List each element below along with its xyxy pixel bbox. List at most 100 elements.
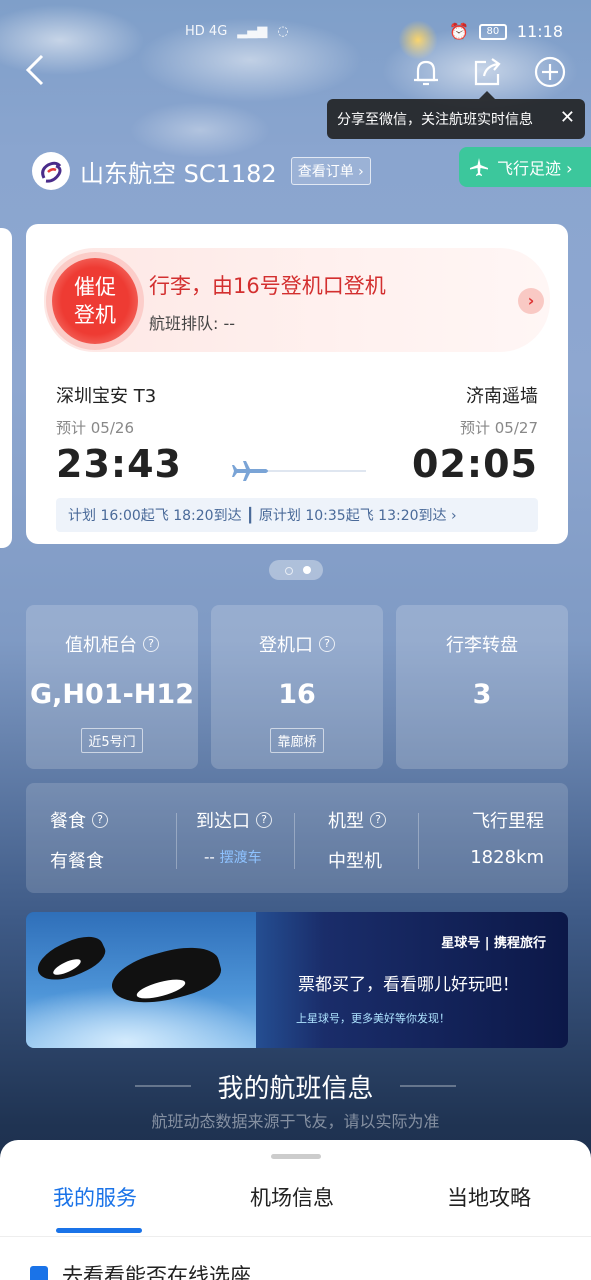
shandong-airlines-logo-icon: [35, 155, 67, 187]
share-tooltip: 分享至微信，关注航班实时信息 ✕: [327, 91, 585, 139]
exit-label: 到达口: [196, 811, 250, 832]
airline-flight-number: 山东航空 SC1182: [80, 159, 277, 188]
pager-dot-active: [303, 566, 311, 574]
share-icon: [474, 58, 501, 86]
flight-progress-icon: [232, 461, 366, 481]
tile-label: 行李转盘: [446, 635, 518, 656]
aircraft-column[interactable]: 机型? 中型机: [328, 807, 386, 873]
travel-promo-banner[interactable]: 星球号 | 携程旅行 票都买了，看看哪儿好玩吧！ 上星球号，更多美好等你发现！: [26, 912, 568, 1048]
flight-status-card: 催促 登机 行李，由16号登机口登机 航班排队: -- › 深圳宝安 T3 济南…: [26, 224, 568, 544]
status-bar: HD 4G ▂▄▆ ◌ ⏰ 80 11:18: [0, 22, 591, 46]
drag-handle[interactable]: [271, 1154, 321, 1159]
divider: [176, 813, 177, 869]
signal-icon: ▂▄▆: [237, 24, 268, 39]
share-button[interactable]: [470, 54, 506, 90]
help-icon[interactable]: ?: [256, 812, 272, 828]
divider: [0, 1236, 591, 1237]
view-order-button[interactable]: 查看订单 ›: [290, 157, 371, 185]
urge-label-line1: 催促: [74, 275, 116, 299]
help-icon[interactable]: ?: [319, 636, 335, 652]
status-icons: HD 4G ▂▄▆ ◌: [185, 24, 289, 39]
battery-icon: 80: [478, 23, 507, 40]
banner-brand-logo: 星球号 | 携程旅行: [441, 936, 546, 951]
section-title: 我的航班信息: [0, 1068, 591, 1105]
baggage-carousel-value: 3: [472, 679, 492, 710]
help-icon[interactable]: ?: [370, 812, 386, 828]
departure-city: 深圳宝安 T3: [56, 386, 157, 407]
queue-status: 航班排队: --: [149, 314, 236, 333]
help-icon[interactable]: ?: [143, 636, 159, 652]
aircraft-value: 中型机: [328, 851, 382, 872]
status-time: 11:18: [516, 22, 563, 41]
flight-trail-button[interactable]: 飞行足迹 ›: [459, 147, 591, 187]
arrival-time: 02:05: [412, 442, 538, 486]
schedule-bar[interactable]: 计划 16:00起飞 18:20到达 ┃ 原计划 10:35起飞 13:20到达…: [56, 498, 538, 532]
tile-label: 登机口: [259, 635, 313, 656]
pager-dot: [285, 567, 293, 575]
service-label: 去看看能否在线选座: [62, 1264, 251, 1280]
tooltip-text: 分享至微信，关注航班实时信息: [337, 112, 533, 128]
bell-icon: [414, 60, 438, 86]
add-button[interactable]: [532, 54, 568, 90]
orca-show-image: [26, 912, 256, 1048]
baggage-carousel-tile[interactable]: 行李转盘 3: [396, 605, 568, 769]
urge-boarding-banner[interactable]: 催促 登机 行李，由16号登机口登机 航班排队: -- ›: [44, 248, 550, 352]
bottom-sheet: 我的服务 机场信息 当地攻略 去看看能否在线选座: [0, 1140, 591, 1280]
airline-header: 山东航空 SC1182 查看订单 ›: [32, 150, 371, 192]
tab-airport-info[interactable]: 机场信息: [250, 1182, 334, 1212]
seat-icon: [30, 1266, 48, 1280]
airline-logo: [32, 152, 70, 190]
shuttle-bus-link[interactable]: 摆渡车: [220, 850, 262, 866]
status-right: ⏰ 80 11:18: [449, 22, 563, 41]
tab-local-guide[interactable]: 当地攻略: [447, 1182, 531, 1212]
previous-card-peek[interactable]: [0, 228, 12, 548]
bell-button[interactable]: [408, 54, 444, 90]
tab-my-services[interactable]: 我的服务: [53, 1182, 137, 1212]
network-indicator: HD 4G: [185, 24, 228, 39]
arrival-date: 预计 05/27: [460, 419, 538, 437]
active-tab-indicator: [56, 1228, 142, 1233]
distance-label: 飞行里程: [472, 811, 544, 832]
flight-details-box: 餐食? 有餐食 到达口? -- 摆渡车 机型? 中型机 飞行里程 1828km: [26, 783, 568, 893]
seat-selection-item[interactable]: 去看看能否在线选座: [30, 1260, 251, 1280]
departure-time: 23:43: [56, 442, 182, 486]
departure-date: 预计 05/26: [56, 419, 134, 437]
close-icon[interactable]: ✕: [560, 107, 575, 128]
tile-label: 值机柜台: [65, 635, 137, 656]
divider: [294, 813, 295, 869]
plus-circle-icon: [534, 56, 566, 88]
boarding-gate-tile[interactable]: 登机口? 16 靠廊桥: [211, 605, 383, 769]
chevron-right-icon[interactable]: ›: [518, 288, 544, 314]
orca-shape: [106, 938, 226, 1014]
aircraft-label: 机型: [328, 811, 364, 832]
urge-label-line2: 登机: [74, 303, 116, 327]
help-icon[interactable]: ?: [92, 812, 108, 828]
alarm-icon: ⏰: [448, 22, 469, 41]
distance-value: 1828km: [470, 847, 544, 868]
card-pager: [269, 560, 323, 580]
checkin-counter-value: G,H01-H12: [30, 679, 194, 710]
meal-column[interactable]: 餐食? 有餐食: [50, 807, 108, 873]
arrival-city: 济南遥墙: [466, 386, 538, 407]
boarding-notice: 行李，由16号登机口登机: [149, 274, 386, 298]
wechat-icon: ◌: [277, 24, 289, 39]
gate-hint-tag: 近5号门: [81, 728, 143, 753]
airplane-icon: [470, 158, 488, 176]
meal-value: 有餐食: [50, 851, 104, 872]
banner-subline: 上星球号，更多美好等你发现！: [296, 1012, 450, 1025]
arrival-exit-column[interactable]: 到达口? -- 摆渡车: [196, 807, 272, 867]
distance-column: 飞行里程 1828km: [470, 807, 544, 868]
divider: [418, 813, 419, 869]
boarding-gate-value: 16: [278, 679, 316, 710]
top-nav: [0, 52, 591, 96]
meal-label: 餐食: [50, 811, 86, 832]
urge-boarding-button[interactable]: 催促 登机: [52, 258, 138, 344]
flight-trail-label: 飞行足迹 ›: [497, 159, 573, 178]
chevron-left-icon: [25, 54, 44, 86]
bridge-tag: 靠廊桥: [270, 728, 324, 753]
back-button[interactable]: [20, 52, 56, 92]
checkin-counter-tile[interactable]: 值机柜台? G,H01-H12 近5号门: [26, 605, 198, 769]
exit-value: --: [204, 848, 215, 866]
banner-headline: 票都买了，看看哪儿好玩吧！: [298, 975, 519, 995]
schedule-text: 计划 16:00起飞 18:20到达 ┃ 原计划 10:35起飞 13:20到达…: [68, 508, 457, 524]
